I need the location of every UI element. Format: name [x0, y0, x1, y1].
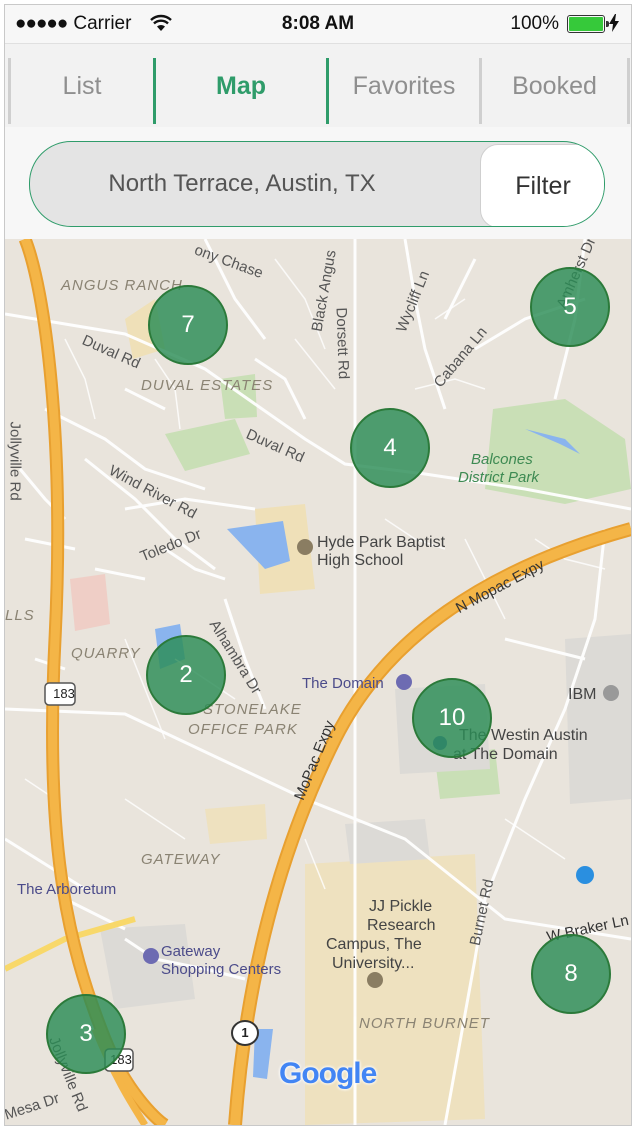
- map-label: The Arboretum: [17, 881, 117, 898]
- map-label: DUVAL ESTATES: [141, 377, 274, 394]
- tab-booked[interactable]: Booked: [482, 44, 627, 128]
- map-label: High School: [317, 552, 404, 569]
- battery-percent: 100%: [510, 13, 559, 34]
- map-cluster-marker[interactable]: 5: [530, 267, 610, 347]
- segmented-tabs: List Map Favorites Booked: [5, 43, 631, 129]
- map-label: Gateway: [161, 943, 221, 960]
- tab-list[interactable]: List: [11, 44, 153, 128]
- search-bar: Filter: [5, 127, 631, 239]
- map-cluster-marker[interactable]: 10: [412, 678, 492, 758]
- map-label: Hyde Park Baptist: [317, 534, 446, 551]
- map-view[interactable]: ANGUS RANCH DUVAL ESTATES QUARRY STONELA…: [5, 239, 631, 1125]
- location-search-input[interactable]: [30, 142, 454, 226]
- tab-favorites[interactable]: Favorites: [329, 44, 479, 128]
- map-label: QUARRY: [71, 645, 141, 662]
- street-label: Jollyville Rd: [6, 421, 24, 501]
- google-logo: Google: [279, 1057, 377, 1091]
- map-cluster-marker[interactable]: 3: [46, 994, 126, 1074]
- highway-number: 1: [241, 1025, 249, 1040]
- map-label: OFFICE PARK: [188, 721, 298, 738]
- map-label: District Park: [458, 469, 539, 486]
- map-cluster-marker[interactable]: 2: [146, 635, 226, 715]
- map-label: NORTH BURNET: [359, 1015, 490, 1032]
- map-label: Balcones: [471, 451, 533, 468]
- app-frame: ●●●●● Carrier 8:08 AM 100% List Map Favor…: [4, 4, 632, 1126]
- highway-number: 183: [53, 686, 75, 701]
- map-label: University...: [332, 955, 415, 972]
- map-label: Campus, The: [326, 936, 422, 953]
- battery-icon: [567, 15, 609, 33]
- map-label: STONELAKE: [203, 701, 302, 718]
- map-cluster-marker[interactable]: 4: [350, 408, 430, 488]
- map-label: LLS: [5, 607, 35, 624]
- map-cluster-marker[interactable]: 8: [531, 934, 611, 1014]
- map-label: IBM: [568, 686, 597, 703]
- charging-icon: [609, 14, 619, 32]
- google-logo-text: Google: [279, 1057, 377, 1090]
- map-label: The Domain: [302, 675, 384, 692]
- map-label: Research: [367, 917, 436, 934]
- map-cluster-marker[interactable]: 7: [148, 285, 228, 365]
- filter-button[interactable]: Filter: [480, 144, 604, 226]
- map-label: JJ Pickle: [369, 898, 433, 915]
- map-label: Shopping Centers: [161, 961, 282, 978]
- status-bar: ●●●●● Carrier 8:08 AM 100%: [5, 5, 631, 43]
- search-pill: Filter: [29, 141, 605, 227]
- tab-divider: [627, 58, 630, 124]
- tab-map[interactable]: Map: [156, 44, 326, 128]
- map-label: GATEWAY: [141, 851, 221, 868]
- street-label: Dorsett Rd: [332, 307, 352, 380]
